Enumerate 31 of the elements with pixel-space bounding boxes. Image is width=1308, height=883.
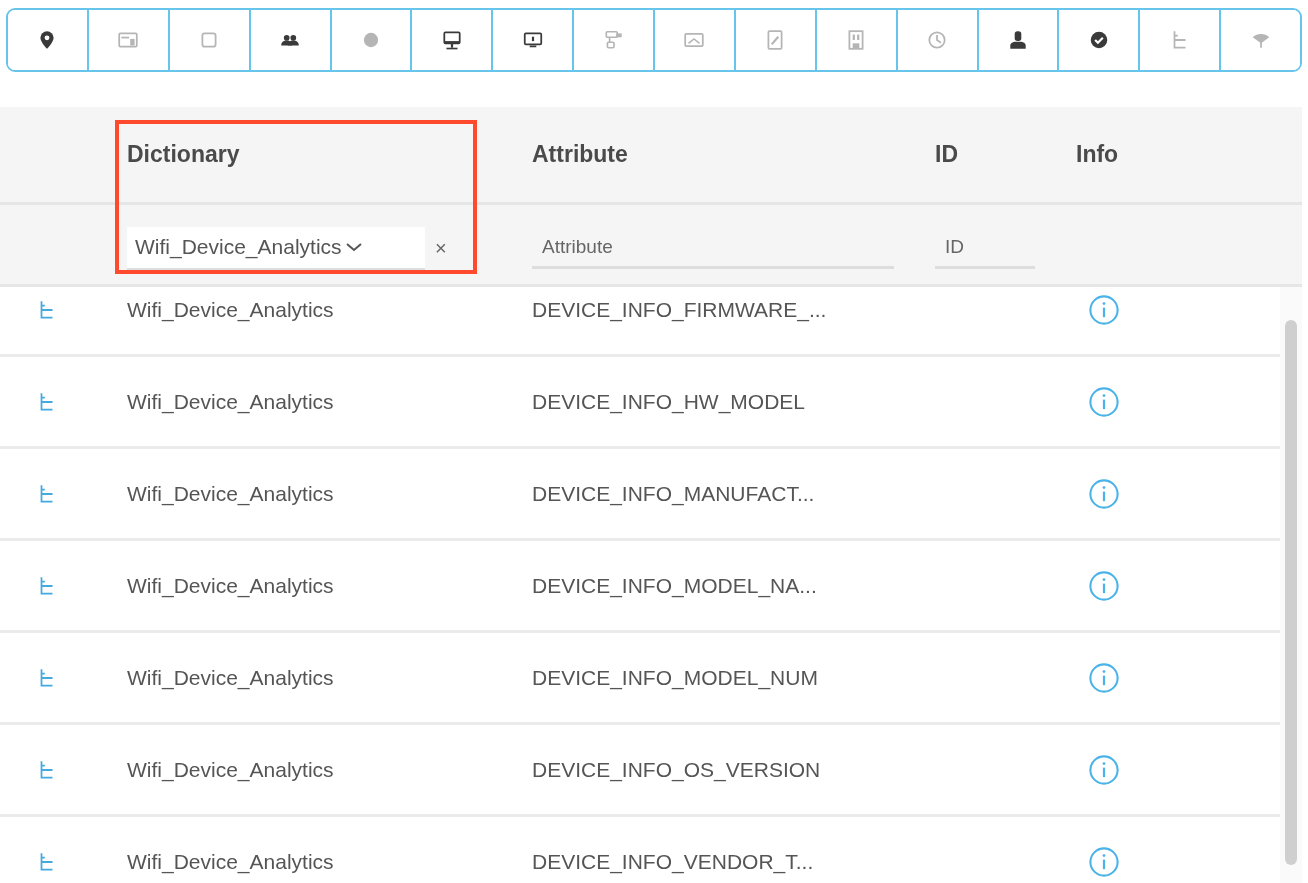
table-cell: DEVICE_INFO_FIRMWARE_...	[532, 297, 827, 322]
column-header[interactable]: Dictionary	[127, 141, 240, 167]
table-cell: DEVICE_INFO_OS_VERSION	[532, 757, 821, 782]
table-cell: Wifi_Device_Analytics	[127, 481, 334, 506]
table-cell: Wifi_Device_Analytics	[127, 665, 334, 690]
info-icon[interactable]	[1088, 385, 1120, 418]
column-header[interactable]: Info	[1076, 141, 1119, 167]
info-icon[interactable]	[1088, 845, 1120, 878]
table-cell: DEVICE_INFO_MODEL_NUM	[532, 665, 818, 690]
table-cell: Wifi_Device_Analytics	[127, 389, 334, 414]
table-cell: DEVICE_INFO_MANUFACT...	[532, 481, 815, 506]
filter-field[interactable]: Attribute	[532, 228, 894, 269]
filter-field[interactable]: ID	[935, 228, 1035, 269]
scrollbar[interactable]	[1280, 287, 1302, 883]
info-icon[interactable]	[1088, 753, 1120, 786]
info-icon[interactable]	[1088, 569, 1120, 602]
table-cell: Wifi_Device_Analytics	[127, 849, 334, 874]
info-icon[interactable]	[1088, 661, 1120, 694]
clear-button[interactable]: ×	[431, 237, 451, 260]
table-cell: Wifi_Device_Analytics	[127, 297, 334, 322]
table-cell: Wifi_Device_Analytics	[127, 757, 334, 782]
table-cell: DEVICE_INFO_VENDOR_T...	[532, 849, 814, 874]
table-cell: DEVICE_INFO_MODEL_NA...	[532, 573, 817, 598]
column-header[interactable]: ID	[935, 141, 958, 167]
table-cell: Wifi_Device_Analytics	[127, 573, 334, 598]
info-icon[interactable]	[1088, 293, 1120, 326]
column-header[interactable]: Attribute	[532, 141, 628, 167]
table-cell: DEVICE_INFO_HW_MODEL	[532, 389, 806, 414]
info-icon[interactable]	[1088, 477, 1120, 510]
desktop-icon	[440, 29, 463, 51]
dictionary-select[interactable]: Wifi_Device_Analytics	[127, 226, 425, 271]
